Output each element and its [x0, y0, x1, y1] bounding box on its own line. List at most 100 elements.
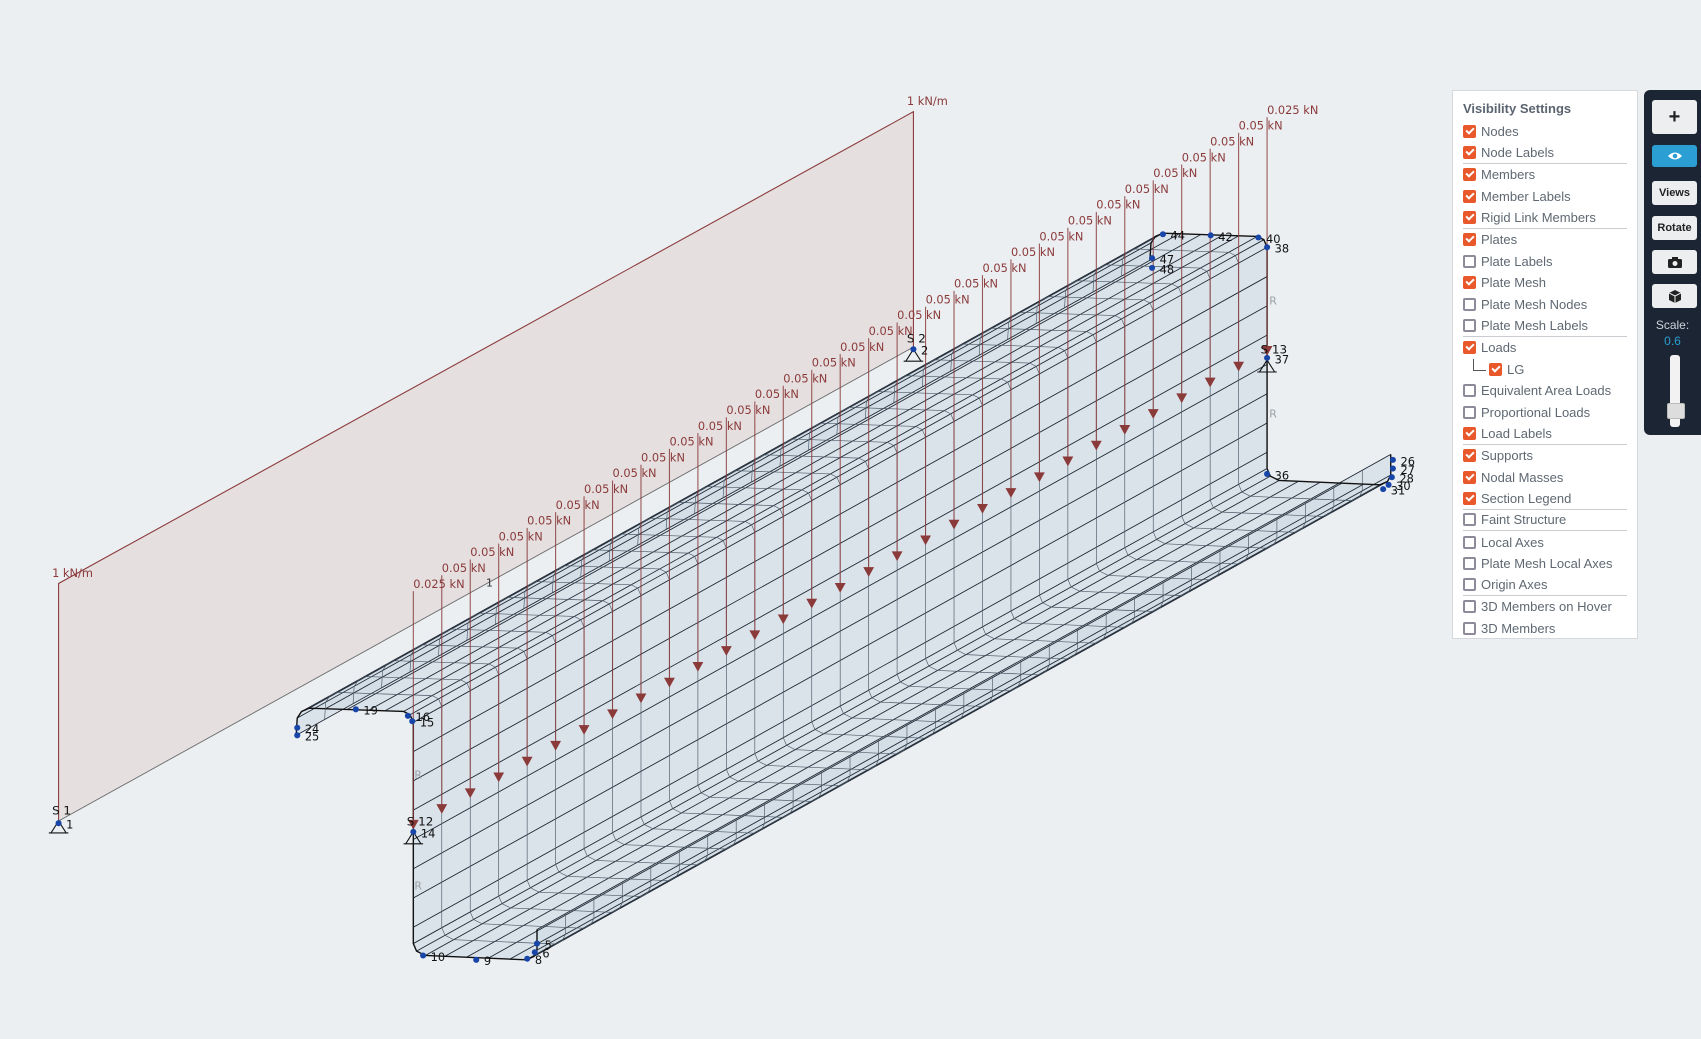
point-load-label: 0.05 kN — [1182, 150, 1226, 164]
point-load-label: 0.05 kN — [840, 340, 884, 354]
rotate-button[interactable]: Rotate — [1652, 216, 1697, 240]
visibility-toggle-equivalent-area-loads[interactable]: Equivalent Area Loads — [1463, 380, 1627, 402]
node-15 — [409, 718, 416, 725]
point-load-label: 0.05 kN — [1125, 182, 1169, 196]
checkbox[interactable] — [1463, 621, 1476, 635]
toggle-label: 3D Members on Hover — [1481, 599, 1612, 615]
checkbox[interactable] — [1463, 298, 1476, 312]
point-load-label: 0.05 kN — [698, 419, 742, 433]
visibility-settings-panel: Visibility Settings Nodes Node Labels Memb… — [1452, 90, 1638, 639]
line-load-label: 1 kN/m — [907, 94, 948, 108]
point-load-label: 0.05 kN — [812, 356, 856, 370]
rigid-link-label: R — [414, 769, 422, 782]
visibility-toggle-lg[interactable]: LG — [1463, 358, 1627, 381]
visibility-toggle-nodes[interactable]: Nodes — [1463, 121, 1627, 143]
toggle-label: Equivalent Area Loads — [1481, 383, 1612, 399]
point-load-label: 0.05 kN — [897, 308, 941, 322]
checkbox[interactable] — [1463, 211, 1476, 225]
views-button[interactable]: Views — [1652, 181, 1697, 205]
checkbox[interactable] — [1463, 319, 1476, 333]
visibility-toggle-plates[interactable]: Plates — [1463, 229, 1627, 251]
node-2 — [910, 346, 917, 353]
point-load-label: 0.05 kN — [726, 403, 770, 417]
checkbox[interactable] — [1463, 491, 1476, 505]
visibility-toggle-nodal-masses[interactable]: Nodal Masses — [1463, 467, 1627, 489]
point-load-label: 0.05 kN — [669, 435, 713, 449]
visibility-toggle-origin-axes[interactable]: Origin Axes — [1463, 574, 1627, 597]
checkbox[interactable] — [1463, 470, 1476, 484]
checkbox[interactable] — [1463, 254, 1476, 268]
visibility-toggle-faint-structure[interactable]: Faint Structure — [1463, 510, 1627, 532]
toggle-label: Origin Axes — [1481, 577, 1548, 593]
visibility-toggle-member-labels[interactable]: Member Labels — [1463, 186, 1627, 208]
checkbox[interactable] — [1463, 557, 1476, 571]
visibility-toggle-loads[interactable]: Loads — [1463, 337, 1627, 359]
checkbox[interactable] — [1463, 535, 1476, 549]
checkbox[interactable] — [1463, 341, 1476, 355]
checkbox[interactable] — [1463, 190, 1476, 204]
node-26 — [1389, 456, 1396, 463]
checkbox[interactable] — [1489, 362, 1502, 376]
visibility-toggle-proportional-loads[interactable]: Proportional Loads — [1463, 402, 1627, 424]
toggle-label: Proportional Loads — [1481, 405, 1591, 421]
toggle-label: Loads — [1481, 340, 1517, 356]
node-label: 42 — [1218, 230, 1232, 244]
visibility-toggle-local-axes[interactable]: Local Axes — [1463, 531, 1627, 553]
visibility-toggle-plate-mesh[interactable]: Plate Mesh — [1463, 272, 1627, 294]
node-label: 5 — [545, 938, 552, 952]
node-label: 9 — [484, 954, 491, 968]
checkbox[interactable] — [1463, 384, 1476, 398]
visibility-toggle-members[interactable]: Members — [1463, 164, 1627, 186]
camera-icon — [1667, 256, 1682, 268]
checkbox[interactable] — [1463, 513, 1476, 527]
point-load-label: 0.05 kN — [1039, 229, 1083, 243]
checkbox[interactable] — [1463, 233, 1476, 247]
add-button[interactable]: + — [1652, 100, 1697, 134]
panel-title: Visibility Settings — [1463, 101, 1572, 116]
visibility-toggle-plate-labels[interactable]: Plate Labels — [1463, 251, 1627, 273]
support-label: S 1 — [52, 803, 71, 817]
visibility-toggle-plate-mesh-local-axes[interactable]: Plate Mesh Local Axes — [1463, 553, 1627, 575]
toggle-label: Section Legend — [1481, 490, 1572, 506]
visibility-toggle-rigid-link-members[interactable]: Rigid Link Members — [1463, 207, 1627, 229]
visibility-toggle-node-labels[interactable]: Node Labels — [1463, 143, 1627, 165]
checkbox[interactable] — [1463, 406, 1476, 420]
node-10 — [420, 952, 427, 959]
toggle-label: Plate Labels — [1481, 253, 1553, 269]
node-28 — [1388, 474, 1395, 481]
point-load-label: 0.05 kN — [1011, 245, 1055, 259]
visibility-toggle-3d-members-on-hover[interactable]: 3D Members on Hover — [1463, 596, 1627, 618]
node-19 — [352, 706, 359, 713]
visibility-toggle-plate-mesh-nodes[interactable]: Plate Mesh Nodes — [1463, 294, 1627, 316]
checkbox[interactable] — [1463, 449, 1476, 463]
screenshot-button[interactable] — [1652, 250, 1697, 274]
checkbox[interactable] — [1463, 125, 1476, 139]
checkbox[interactable] — [1463, 578, 1476, 592]
checkbox[interactable] — [1463, 168, 1476, 182]
node-label: 1 — [66, 818, 73, 832]
node-16 — [404, 712, 411, 719]
toggle-label: Member Labels — [1481, 189, 1571, 205]
checkbox[interactable] — [1463, 276, 1476, 290]
visibility-toggle-load-labels[interactable]: Load Labels — [1463, 423, 1627, 445]
scale-value: 0.6 — [1664, 334, 1681, 348]
visibility-button[interactable] — [1652, 145, 1697, 167]
cube-icon — [1668, 289, 1681, 303]
point-load-label: 0.05 kN — [499, 529, 543, 543]
visibility-toggle-plate-mesh-labels[interactable]: Plate Mesh Labels — [1463, 315, 1627, 337]
visibility-toggle-section-legend[interactable]: Section Legend — [1463, 488, 1627, 510]
visibility-toggle-supports[interactable]: Supports — [1463, 445, 1627, 467]
node-label: 40 — [1266, 232, 1280, 246]
toggle-label: Faint Structure — [1481, 512, 1567, 528]
node-48 — [1149, 264, 1156, 271]
3d-model-viewport[interactable]: 0.025 kN0.05 kN0.05 kN0.05 kN0.05 kN0.05… — [0, 0, 1701, 1039]
checkbox[interactable] — [1463, 600, 1476, 614]
visibility-toggle-3d-members[interactable]: 3D Members — [1463, 618, 1627, 640]
node-label: 44 — [1171, 229, 1185, 243]
checkbox[interactable] — [1463, 146, 1476, 160]
checkbox[interactable] — [1463, 427, 1476, 441]
point-load-label: 0.05 kN — [926, 292, 970, 306]
3d-view-button[interactable] — [1652, 284, 1697, 308]
scale-slider-thumb[interactable] — [1667, 403, 1685, 419]
plus-icon: + — [1668, 105, 1681, 128]
